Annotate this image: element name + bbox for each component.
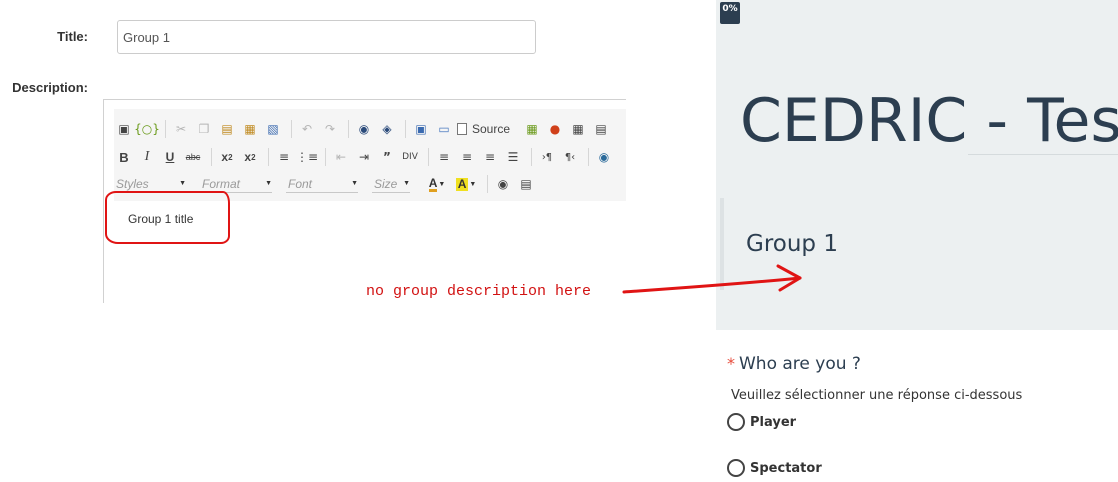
preview-icon[interactable]: ◉ — [493, 174, 513, 194]
font-combo-label: Font — [288, 176, 313, 191]
toolbar-divider — [165, 120, 166, 138]
rtl-icon[interactable]: ¶‹ — [560, 147, 580, 167]
annotation-text: no group description here — [366, 283, 592, 300]
horizontal-rule-icon[interactable]: ▤ — [591, 119, 611, 139]
paste-text-icon[interactable]: ▦ — [240, 119, 260, 139]
select-all-icon[interactable]: ▣ — [411, 119, 431, 139]
superscript-icon[interactable]: x2 — [240, 147, 260, 167]
replace-icon[interactable]: ◈ — [377, 119, 397, 139]
question-help: Veuillez sélectionner une réponse ci-des… — [731, 388, 1023, 403]
justify-icon[interactable]: ☰ — [503, 147, 523, 167]
image-icon[interactable]: ▦ — [522, 119, 542, 139]
source-label: Source — [472, 122, 511, 136]
chevron-down-icon: ▼ — [265, 180, 272, 187]
bg-color-icon[interactable]: A ▼ — [453, 174, 479, 194]
toolbar-divider — [211, 148, 212, 166]
toolbar-divider — [291, 120, 292, 138]
question-label: Who are you ? — [739, 354, 861, 374]
source-button[interactable]: Source — [457, 122, 510, 136]
required-mark: * — [727, 354, 735, 373]
outdent-icon[interactable]: ⇤ — [331, 147, 351, 167]
paste-word-icon[interactable]: ▧ — [263, 119, 283, 139]
group-accent-bar — [720, 198, 724, 290]
group-title: Group 1 — [746, 231, 838, 257]
radio-button[interactable] — [727, 459, 745, 477]
toolbar-divider — [405, 120, 406, 138]
align-left-icon[interactable]: ≡ — [434, 147, 454, 167]
chevron-down-icon: ▼ — [179, 180, 186, 187]
indent-icon[interactable]: ⇥ — [354, 147, 374, 167]
bulleted-list-icon[interactable]: ⋮≡ — [296, 147, 318, 167]
undo-icon[interactable]: ↶ — [297, 119, 317, 139]
question-text: * Who are you ? — [727, 354, 861, 374]
underline-icon[interactable]: U — [160, 147, 180, 167]
toolbar-divider — [348, 120, 349, 138]
toolbar-divider — [268, 148, 269, 166]
toolbar-divider — [325, 148, 326, 166]
answer-option-label: Spectator — [750, 460, 822, 476]
title-input[interactable] — [117, 20, 536, 54]
templates-icon[interactable]: ▤ — [516, 174, 536, 194]
ltr-icon[interactable]: ›¶ — [537, 147, 557, 167]
find-icon[interactable]: ◉ — [354, 119, 374, 139]
bold-icon[interactable]: B — [114, 147, 134, 167]
maximize-icon[interactable]: ▣ — [114, 119, 134, 139]
toolbar-row-2: B I U abc x2 x2 ≡ ⋮≡ ⇤ ⇥ ” DIV ≡ ≡ ≡ ☰ ›… — [114, 145, 617, 169]
redo-icon[interactable]: ↷ — [320, 119, 340, 139]
progress-bar: 0% — [716, 0, 1118, 39]
editor-toolbar: ▣ {○} ✂ ❐ ▤ ▦ ▧ ↶ ↷ ◉ ◈ ▣ ▭ Source ▦ ● ▦… — [114, 109, 626, 201]
annotation-circle — [105, 191, 230, 244]
format-combo-label: Format — [202, 176, 241, 191]
admin-editor-pane: Title: Description: ▣ {○} ✂ ❐ ▤ ▦ ▧ ↶ ↷ … — [0, 0, 716, 482]
subscript-icon[interactable]: x2 — [217, 147, 237, 167]
toolbar-divider — [531, 148, 532, 166]
flash-icon[interactable]: ● — [545, 119, 565, 139]
survey-preview-pane: 0% CEDRIC - Test Group 1 * Who are you ? … — [716, 0, 1118, 482]
toolbar-divider — [588, 148, 589, 166]
size-combo[interactable]: Size ▼ — [372, 175, 410, 193]
title-divider — [968, 154, 1118, 155]
table-icon[interactable]: ▦ — [568, 119, 588, 139]
title-label: Title: — [57, 29, 88, 44]
survey-title: CEDRIC - Test — [740, 86, 1118, 156]
radio-button[interactable] — [727, 413, 745, 431]
chevron-down-icon: ▼ — [403, 180, 410, 187]
text-color-icon[interactable]: A ▼ — [424, 174, 450, 194]
answer-option-label: Player — [750, 414, 797, 430]
blockquote-icon[interactable]: ” — [377, 147, 397, 167]
toolbar-divider — [487, 175, 488, 193]
size-combo-label: Size — [374, 176, 398, 191]
toolbar-divider — [428, 148, 429, 166]
cut-icon[interactable]: ✂ — [171, 119, 191, 139]
answer-option-player[interactable]: Player — [727, 413, 796, 431]
toolbar-row-1: ▣ {○} ✂ ❐ ▤ ▦ ▧ ↶ ↷ ◉ ◈ ▣ ▭ Source ▦ ● ▦… — [114, 117, 614, 141]
styles-combo-label: Styles — [116, 176, 149, 191]
description-label: Description: — [12, 80, 88, 95]
italic-icon[interactable]: I — [137, 147, 157, 167]
source-icon — [457, 123, 467, 135]
creatediv-icon[interactable]: DIV — [400, 147, 420, 167]
paste-icon[interactable]: ▤ — [217, 119, 237, 139]
survey-header — [716, 39, 1118, 330]
remove-format-icon[interactable]: ▭ — [434, 119, 454, 139]
progress-indicator: 0% — [720, 2, 740, 24]
numbered-list-icon[interactable]: ≡ — [274, 147, 294, 167]
copy-icon[interactable]: ❐ — [194, 119, 214, 139]
chevron-down-icon: ▼ — [351, 180, 358, 187]
font-combo[interactable]: Font ▼ — [286, 175, 358, 193]
strike-icon[interactable]: abc — [183, 147, 203, 167]
answer-option-spectator[interactable]: Spectator — [727, 459, 822, 477]
align-right-icon[interactable]: ≡ — [480, 147, 500, 167]
link-icon[interactable]: ◉ — [594, 147, 614, 167]
show-blocks-icon[interactable]: {○} — [134, 119, 160, 139]
align-center-icon[interactable]: ≡ — [457, 147, 477, 167]
